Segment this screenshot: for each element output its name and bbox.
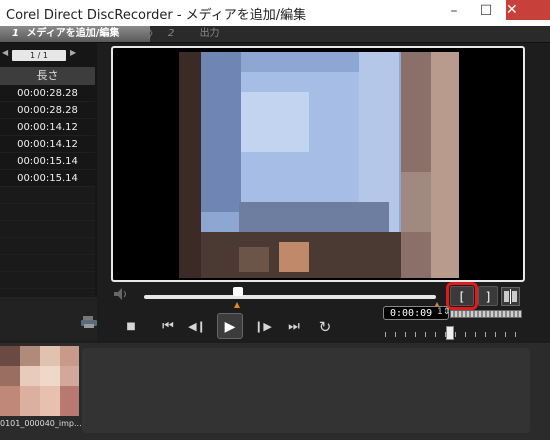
step2-label: 出力 bbox=[199, 28, 220, 39]
minimize-button[interactable]: – bbox=[440, 0, 468, 22]
tray-drop-area[interactable] bbox=[82, 348, 530, 433]
mark-in-indicator bbox=[234, 302, 240, 308]
window-title: Corel Direct DiscRecorder - メディアを追加/編集 bbox=[6, 8, 307, 23]
mark-out-button[interactable]: ] bbox=[478, 286, 498, 306]
clip-filename: 0101_000040_imp... bbox=[0, 419, 82, 428]
empty-row bbox=[0, 187, 95, 204]
mark-in-button[interactable]: [ bbox=[446, 282, 478, 310]
page-prev-icon[interactable]: ◀ bbox=[2, 48, 8, 57]
title-bar: Corel Direct DiscRecorder - メディアを追加/編集 –… bbox=[0, 0, 550, 27]
step-chevron-icon: 〉 bbox=[148, 27, 159, 40]
split-clip-icon[interactable] bbox=[501, 287, 520, 306]
stop-button[interactable]: ■ bbox=[120, 313, 142, 341]
clip-row[interactable]: 00:00:28.28 bbox=[0, 85, 95, 102]
clip-thumbnail[interactable] bbox=[0, 346, 79, 416]
scrubber-handle[interactable] bbox=[233, 287, 243, 296]
disc-printer-icon[interactable] bbox=[80, 315, 98, 329]
volume-icon[interactable] bbox=[112, 287, 130, 301]
empty-row bbox=[0, 272, 95, 289]
scrubber-track[interactable] bbox=[144, 295, 436, 299]
step1-number: 1 bbox=[12, 28, 19, 39]
step2-number: 2 bbox=[168, 28, 175, 39]
clip-list-panel: ◀ 1 / 1 ▶ 長さ 00:00:28.28 00:00:28.28 00:… bbox=[0, 43, 97, 340]
ruler-handle[interactable] bbox=[446, 326, 454, 340]
wizard-steps-bar: 1 メディアを追加/編集 〉 2 出力 bbox=[0, 26, 550, 43]
video-preview[interactable] bbox=[111, 46, 525, 282]
empty-row bbox=[0, 238, 95, 255]
play-button[interactable]: ▶ bbox=[217, 313, 243, 339]
repeat-button[interactable]: ↻ bbox=[314, 313, 336, 341]
empty-row bbox=[0, 255, 95, 272]
page-next-icon[interactable]: ▶ bbox=[70, 48, 76, 57]
timecode-spinner-icon[interactable]: 1⇕ bbox=[437, 307, 450, 317]
maximize-button[interactable]: ☐ bbox=[472, 0, 500, 22]
video-frame-image bbox=[179, 52, 459, 278]
clip-row[interactable]: 00:00:28.28 bbox=[0, 102, 95, 119]
zoom-slider[interactable] bbox=[450, 310, 522, 318]
go-to-end-button[interactable]: ⏭ bbox=[283, 313, 305, 341]
clip-row[interactable]: 00:00:14.12 bbox=[0, 119, 95, 136]
empty-row bbox=[0, 221, 95, 238]
page-indicator: 1 / 1 bbox=[12, 50, 66, 61]
step-add-edit-media[interactable]: 1 メディアを追加/編集 bbox=[0, 26, 150, 42]
step1-label: メディアを追加/編集 bbox=[26, 28, 120, 39]
clip-row[interactable]: 00:00:15.14 bbox=[0, 153, 95, 170]
close-button[interactable]: ✕ bbox=[506, 0, 550, 20]
duration-column-header[interactable]: 長さ bbox=[0, 67, 95, 85]
next-frame-button[interactable]: ❙▶ bbox=[252, 313, 274, 341]
clip-row[interactable]: 00:00:15.14 bbox=[0, 170, 95, 187]
go-to-start-button[interactable]: ⏮ bbox=[157, 313, 179, 341]
clip-row[interactable]: 00:00:14.12 bbox=[0, 136, 95, 153]
empty-row bbox=[0, 204, 95, 221]
step-output[interactable]: 2 出力 bbox=[168, 26, 220, 42]
media-tray: 0101_000040_imp... bbox=[0, 343, 550, 440]
previous-frame-button[interactable]: ◀❙ bbox=[186, 313, 208, 341]
